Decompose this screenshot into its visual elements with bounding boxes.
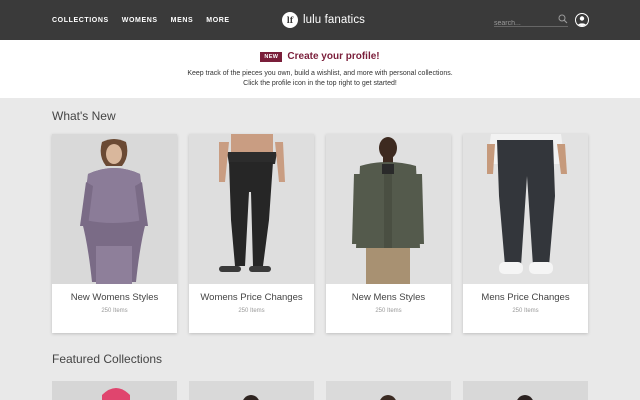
card-title: New Mens Styles (351, 292, 426, 303)
card-mens-price-changes[interactable]: Mens Price Changes 250 Items (463, 134, 588, 333)
featured-card[interactable] (326, 381, 451, 400)
profile-icon[interactable] (575, 13, 589, 27)
card-item-count: 250 Items (101, 308, 128, 314)
banner-title: Create your profile! (287, 51, 380, 62)
card-image (326, 134, 451, 284)
featured-collections-heading: Featured Collections (52, 352, 163, 366)
banner-text: Keep track of the pieces you own, build … (187, 70, 453, 87)
featured-card[interactable] (463, 381, 588, 400)
brand-home-link[interactable]: lf lulu fanatics (282, 10, 365, 30)
search-box (494, 12, 568, 31)
featured-card[interactable] (52, 381, 177, 400)
card-title: New Womens Styles (70, 292, 159, 303)
card-new-womens-styles[interactable]: New Womens Styles 250 Items (52, 134, 177, 333)
card-image (52, 134, 177, 284)
brand-logo-icon: lf (282, 12, 298, 28)
card-title: Womens Price Changes (200, 292, 303, 303)
card-image (189, 134, 314, 284)
brand-name: lulu fanatics (303, 14, 366, 26)
main-nav: COLLECTIONS WOMENS MENS MORE (52, 0, 243, 40)
search-icon[interactable] (558, 14, 568, 24)
nav-more[interactable]: MORE (206, 17, 229, 24)
card-new-mens-styles[interactable]: New Mens Styles 250 Items (326, 134, 451, 333)
card-item-count: 250 Items (238, 308, 265, 314)
search-input[interactable] (494, 16, 556, 31)
top-navigation-bar: COLLECTIONS WOMENS MENS MORE lf lulu fan… (0, 0, 640, 40)
whats-new-heading: What's New (52, 109, 116, 123)
card-item-count: 250 Items (375, 308, 402, 314)
profile-promo-banner: NEW Create your profile! Keep track of t… (0, 40, 640, 98)
featured-card[interactable] (189, 381, 314, 400)
card-womens-price-changes[interactable]: Womens Price Changes 250 Items (189, 134, 314, 333)
nav-womens[interactable]: WOMENS (122, 17, 158, 24)
nav-mens[interactable]: MENS (171, 17, 194, 24)
card-item-count: 250 Items (512, 308, 539, 314)
nav-collections[interactable]: COLLECTIONS (52, 17, 109, 24)
card-image (463, 134, 588, 284)
new-badge: NEW (260, 51, 283, 62)
card-title: Mens Price Changes (481, 292, 570, 303)
